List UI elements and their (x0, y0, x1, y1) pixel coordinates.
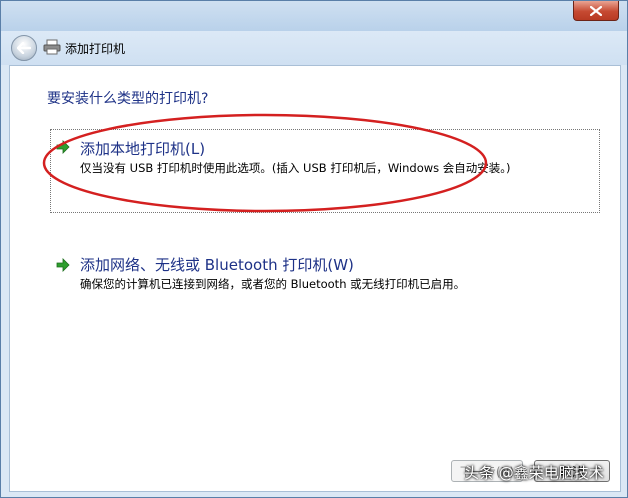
wizard-title: 添加打印机 (65, 42, 126, 56)
wizard-content: 要安装什么类型的打印机? 添加本地打印机(L) 仅当没有 USB 打印机时使用此… (9, 65, 621, 492)
back-button[interactable] (11, 35, 37, 61)
add-network-printer-title[interactable]: 添加网络、无线或 Bluetooth 打印机(W) (80, 254, 354, 275)
printer-icon (43, 39, 61, 55)
title-bar[interactable] (1, 1, 627, 31)
page-heading: 要安装什么类型的打印机? (47, 91, 209, 107)
watermark-text: 头条 @鑫荣电脑技术 (464, 464, 604, 482)
close-button[interactable] (573, 1, 619, 21)
back-arrow-icon (17, 42, 31, 54)
green-arrow-icon (56, 258, 70, 272)
add-network-printer-description: 确保您的计算机已连接到网络，或者您的 Bluetooth 或无线打印机已启用。 (80, 277, 466, 291)
add-printer-window: 添加打印机 要安装什么类型的打印机? 添加本地打印机(L) 仅当没有 USB 打… (0, 0, 628, 498)
wizard-nav-bar: 添加打印机 (1, 31, 627, 65)
close-icon (590, 5, 602, 16)
add-local-printer-description: 仅当没有 USB 打印机时使用此选项。(插入 USB 打印机后，Windows … (80, 161, 511, 175)
add-local-printer-title[interactable]: 添加本地打印机(L) (80, 138, 205, 159)
green-arrow-icon (56, 140, 70, 154)
